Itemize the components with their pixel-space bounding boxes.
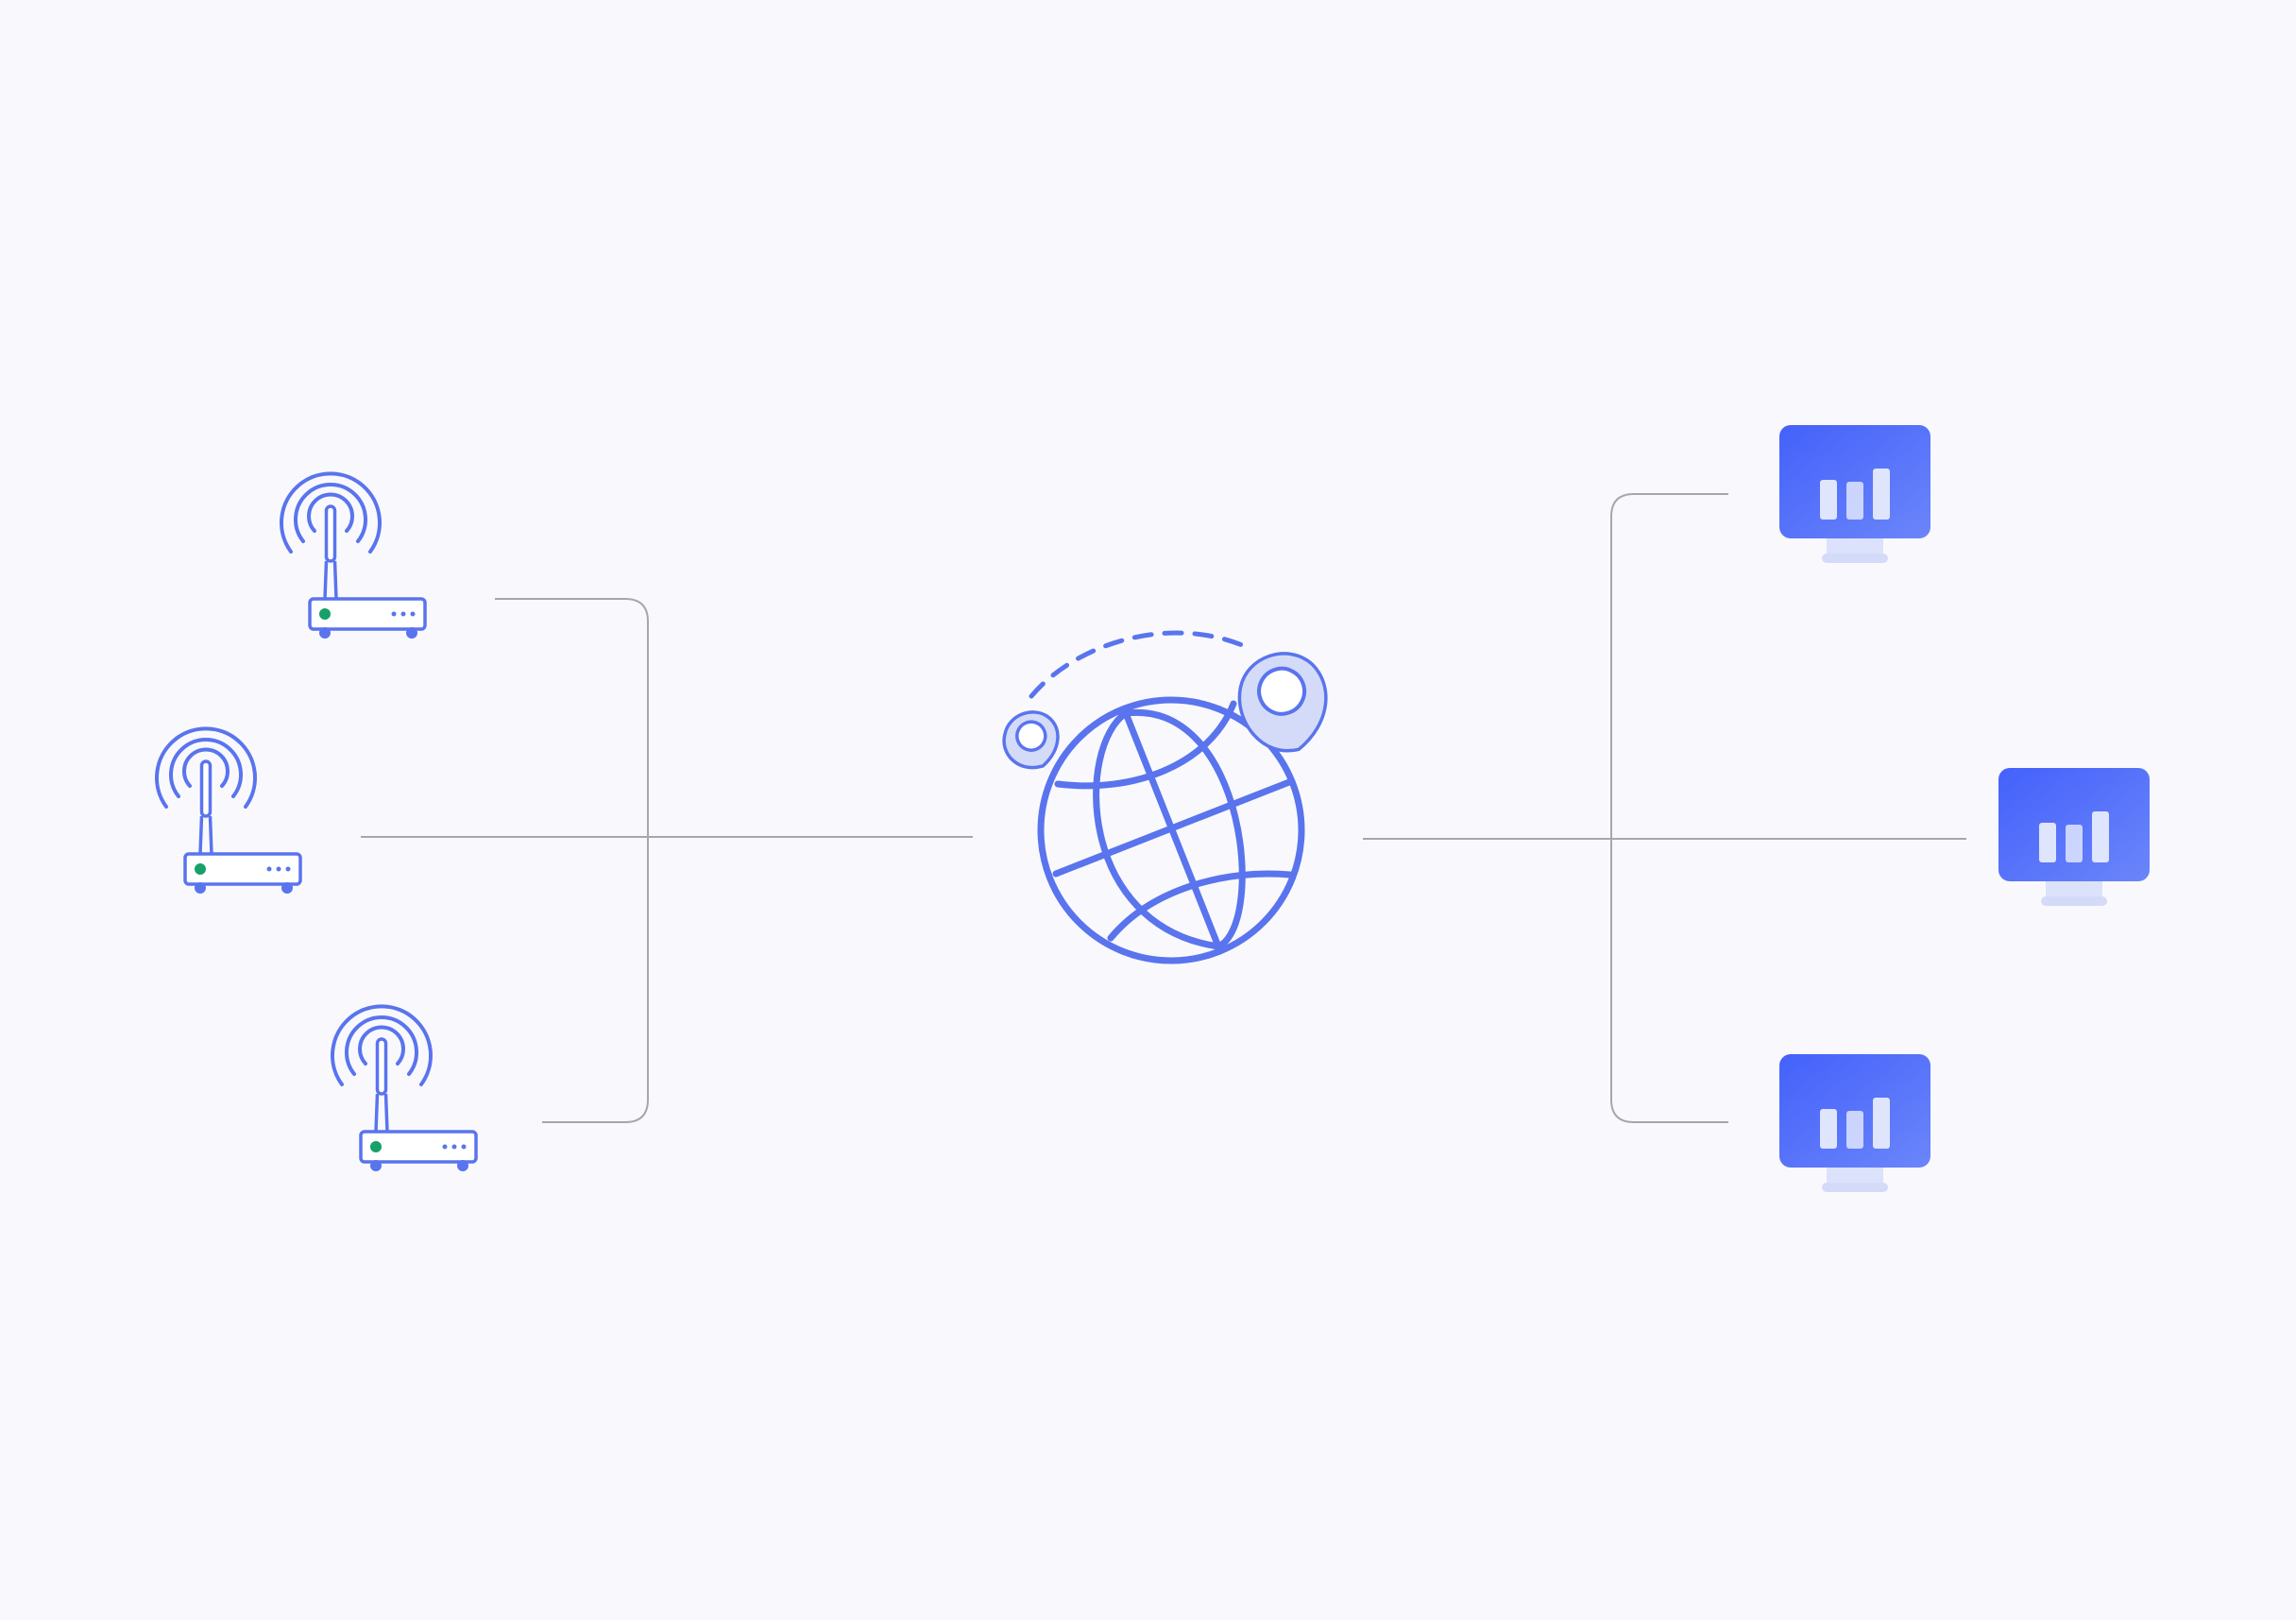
wireless-router-icon [280, 471, 427, 640]
right-connector-lines [1363, 493, 1966, 1123]
network-diagram [155, 425, 2150, 1194]
monitor-bottom [1779, 1054, 1930, 1194]
router-middle [155, 726, 302, 895]
left-connector-lines [361, 598, 973, 1123]
monitor-middle [1998, 768, 2150, 908]
route-arc [1029, 630, 1250, 699]
wireless-router-icon [331, 1004, 478, 1173]
globe-hub [1002, 630, 1328, 964]
connector-top [495, 598, 649, 1123]
wireless-router-icon [155, 726, 302, 895]
connector-right-bracket [1610, 493, 1728, 1123]
router-bottom [331, 1004, 478, 1173]
router-top [280, 471, 427, 640]
monitor-chart-icon [1998, 768, 2150, 908]
monitor-chart-icon [1779, 425, 1930, 565]
location-pin-icon [1237, 652, 1328, 753]
monitor-top [1779, 425, 1930, 565]
monitor-chart-icon [1779, 1054, 1930, 1194]
diagram-canvas [0, 0, 2296, 1620]
